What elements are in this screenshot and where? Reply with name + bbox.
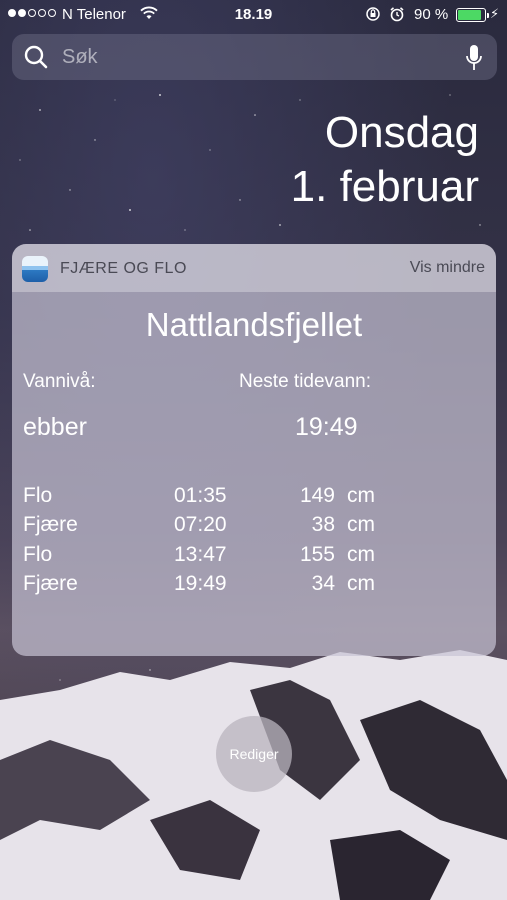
next-tide-value: 19:49 [295, 413, 358, 441]
weekday: Onsdag [324, 108, 479, 157]
tide-time: 01:35 [174, 484, 227, 507]
tide-unit: cm [347, 572, 375, 595]
tide-height: 34 [311, 572, 335, 595]
next-tide-label: Neste tidevann: [239, 371, 372, 392]
alarm-icon [389, 6, 405, 26]
battery-percent: 90 % [414, 6, 449, 23]
app-icon [22, 256, 48, 282]
tide-widget[interactable]: FJÆRE OG FLO Vis mindre Nattlandsfjellet… [12, 244, 496, 656]
tide-type: Flo [23, 543, 53, 566]
tide-time: 13:47 [174, 543, 227, 566]
search-bar[interactable]: Søk [12, 34, 497, 80]
tide-unit: cm [347, 484, 375, 507]
tide-height: 155 [299, 543, 335, 566]
edit-button-label: Rediger [229, 746, 279, 762]
tide-type: Fjære [23, 513, 78, 536]
microphone-icon[interactable] [465, 44, 483, 77]
status-bar: N Telenor 18.19 90 % ⚡ [0, 0, 507, 30]
day-month: 1. februar [290, 162, 479, 211]
tide-type: Fjære [23, 572, 78, 595]
tide-time: 07:20 [174, 513, 227, 536]
battery-icon [456, 8, 489, 22]
tide-row: Fjære 19:49 34 cm [12, 572, 496, 602]
tide-type: Flo [23, 484, 53, 507]
charging-icon: ⚡ [490, 6, 500, 21]
app-name: FJÆRE OG FLO [60, 260, 187, 277]
water-level-label: Vannivå: [23, 371, 96, 392]
tide-time: 19:49 [174, 572, 227, 595]
tide-height: 38 [311, 513, 335, 536]
edit-button[interactable]: Rediger [216, 716, 292, 792]
tide-row: Fjære 07:20 38 cm [12, 513, 496, 543]
location-title: Nattlandsfjellet [145, 306, 363, 343]
tide-row: Flo 13:47 155 cm [12, 543, 496, 573]
tide-unit: cm [347, 513, 375, 536]
tide-height: 149 [299, 484, 335, 507]
search-icon [24, 45, 48, 74]
tide-row: Flo 01:35 149 cm [12, 484, 496, 514]
show-less-button[interactable]: Vis mindre [410, 259, 485, 277]
water-level-value: ebber [23, 413, 87, 441]
tide-unit: cm [347, 543, 375, 566]
widget-header: FJÆRE OG FLO Vis mindre [12, 244, 496, 292]
rotation-lock-icon [365, 6, 381, 26]
date-display: Onsdag 1. februar [291, 106, 479, 214]
search-input[interactable]: Søk [62, 46, 98, 69]
